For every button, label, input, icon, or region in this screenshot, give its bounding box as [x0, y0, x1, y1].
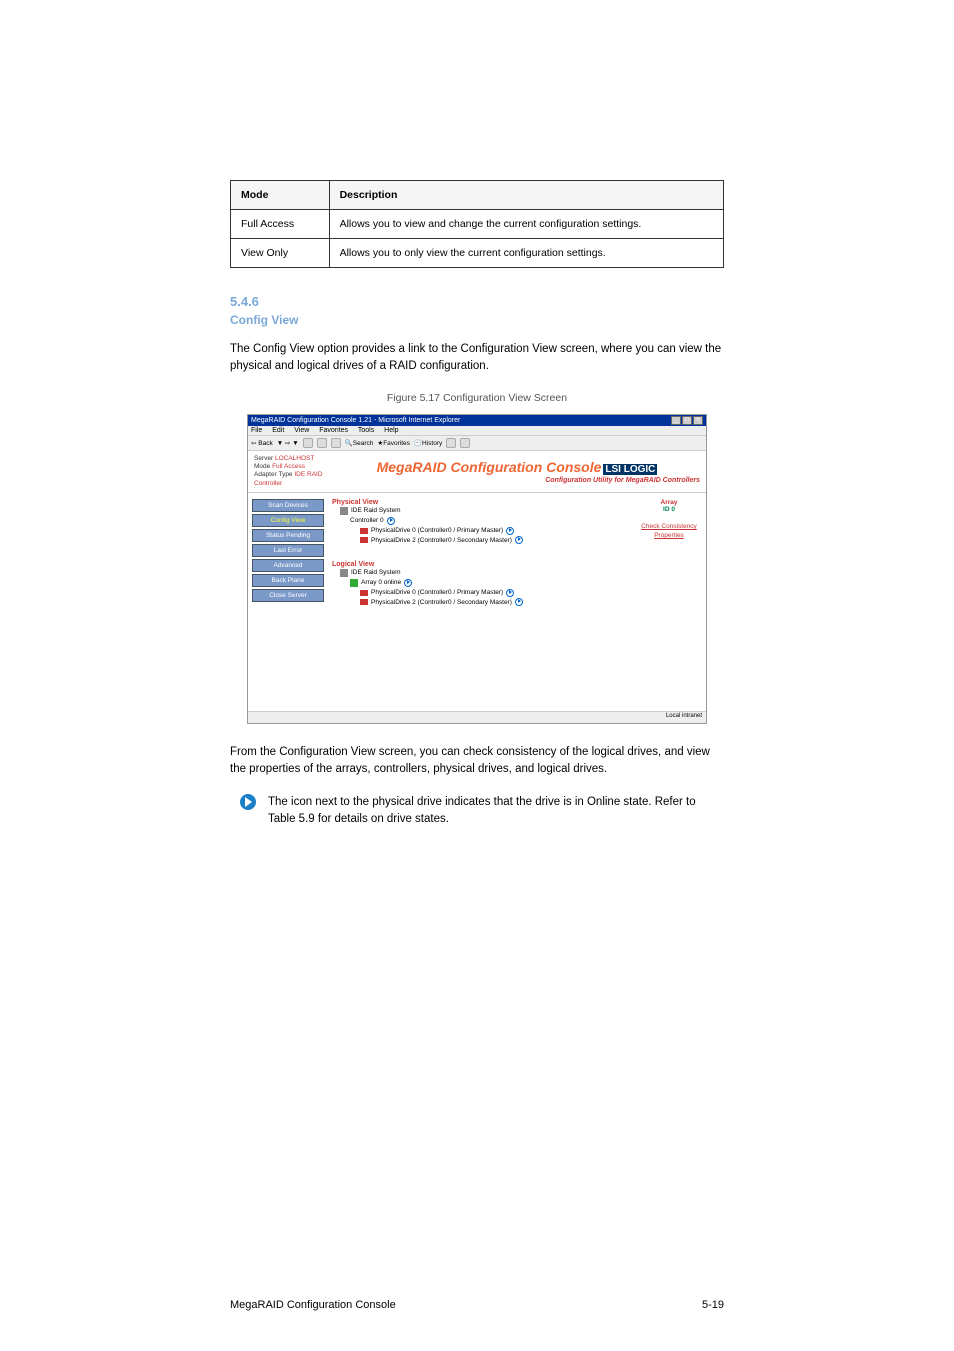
- footer-left: MegaRAID Configuration Console: [230, 1299, 396, 1311]
- main-panel: Physical View IDE Raid System Controller…: [328, 493, 632, 721]
- tree-ldrive0[interactable]: PhysicalDrive 0 (Controller0 / Primary M…: [371, 588, 503, 598]
- disk-icon: [360, 537, 368, 543]
- array-icon: [350, 579, 358, 587]
- toolbar-forward[interactable]: ▼ ⇨ ▼: [277, 439, 299, 447]
- tree-array[interactable]: Array 0 online: [361, 578, 401, 588]
- logical-tree: IDE Raid System Array 0 online PhysicalD…: [340, 568, 628, 607]
- status-bar: Local intranet: [248, 711, 706, 723]
- minimize-button[interactable]: _: [671, 416, 681, 425]
- table-row: Full Access Allows you to view and chang…: [231, 210, 724, 239]
- tree-ldrive2[interactable]: PhysicalDrive 2 (Controller0 / Secondary…: [371, 598, 512, 608]
- online-icon: [387, 517, 395, 525]
- array-label: Array: [634, 499, 704, 506]
- menubar: File Edit View Favorites Tools Help: [248, 426, 706, 436]
- refresh-icon[interactable]: [317, 438, 327, 448]
- app-title: MegaRAID Configuration ConsoleLSI LOGIC …: [334, 459, 700, 484]
- menu-view[interactable]: View: [294, 427, 309, 434]
- maximize-button[interactable]: □: [682, 416, 692, 425]
- sidebar-item-config-view[interactable]: Config View: [252, 514, 324, 527]
- section-title: Config View: [230, 313, 724, 327]
- toolbar-search[interactable]: 🔍Search: [345, 439, 374, 447]
- server-icon: [340, 507, 348, 515]
- close-button[interactable]: ×: [693, 416, 703, 425]
- sidebar-item-scan-devices[interactable]: Scan Devices: [252, 499, 324, 512]
- cell-mode: View Only: [231, 239, 330, 268]
- menu-favorites[interactable]: Favorites: [319, 427, 348, 434]
- right-panel: Array ID 0 Check Consistency Properties: [632, 493, 706, 721]
- toolbar-history[interactable]: 🕘History: [414, 439, 442, 447]
- menu-edit[interactable]: Edit: [272, 427, 284, 434]
- toolbar-favorites[interactable]: ★Favorites: [377, 439, 410, 447]
- disk-icon: [360, 590, 368, 596]
- table-header-mode: Mode: [231, 181, 330, 210]
- cell-desc: Allows you to only view the current conf…: [329, 239, 723, 268]
- menu-tools[interactable]: Tools: [358, 427, 374, 434]
- sidebar: Scan Devices Config View Status Pending …: [248, 493, 328, 721]
- check-consistency-link[interactable]: Check Consistency: [634, 523, 704, 530]
- print-icon[interactable]: [460, 438, 470, 448]
- paragraph: From the Configuration View screen, you …: [230, 744, 724, 779]
- status-intranet: Local intranet: [666, 713, 702, 719]
- access-mode-table: Mode Description Full Access Allows you …: [230, 180, 724, 268]
- note-block: The icon next to the physical drive indi…: [240, 794, 724, 827]
- array-id: ID 0: [634, 506, 704, 513]
- tree-lsystem[interactable]: IDE Raid System: [351, 568, 401, 578]
- toolbar-back[interactable]: ⇦ Back: [251, 439, 273, 447]
- figure-caption: Figure 5.17 Configuration View Screen: [230, 392, 724, 404]
- online-icon: [515, 598, 523, 606]
- figure-screenshot: MegaRAID Configuration Console 1.21 - Mi…: [247, 414, 707, 724]
- menu-help[interactable]: Help: [384, 427, 398, 434]
- tree-controller[interactable]: Controller 0: [350, 516, 384, 526]
- paragraph: The Config View option provides a link t…: [230, 341, 724, 376]
- window-titlebar: MegaRAID Configuration Console 1.21 - Mi…: [248, 415, 706, 426]
- footer-right: 5-19: [702, 1299, 724, 1311]
- online-icon: [515, 536, 523, 544]
- stop-icon[interactable]: [303, 438, 313, 448]
- tree-pdrive0[interactable]: PhysicalDrive 0 (Controller0 / Primary M…: [371, 526, 503, 536]
- note-icon: [240, 794, 256, 810]
- sidebar-item-status-pending[interactable]: Status Pending: [252, 529, 324, 542]
- tree-system[interactable]: IDE Raid System: [351, 506, 401, 516]
- sidebar-item-close-server[interactable]: Close Server: [252, 589, 324, 602]
- online-icon: [404, 579, 412, 587]
- physical-view-label: Physical View: [332, 499, 628, 506]
- disk-icon: [360, 528, 368, 534]
- section-number: 5.4.6: [230, 294, 724, 309]
- host-info: Server LOCALHOST Mode Full Access Adapte…: [254, 455, 334, 489]
- sidebar-item-advanced[interactable]: Advanced: [252, 559, 324, 572]
- physical-tree: IDE Raid System Controller 0 PhysicalDri…: [340, 506, 628, 545]
- cell-mode: Full Access: [231, 210, 330, 239]
- mail-icon[interactable]: [446, 438, 456, 448]
- cell-desc: Allows you to view and change the curren…: [329, 210, 723, 239]
- table-header-description: Description: [329, 181, 723, 210]
- table-row: View Only Allows you to only view the cu…: [231, 239, 724, 268]
- app-header: Server LOCALHOST Mode Full Access Adapte…: [248, 451, 706, 494]
- sidebar-item-last-error[interactable]: Last Error: [252, 544, 324, 557]
- server-icon: [340, 569, 348, 577]
- disk-icon: [360, 599, 368, 605]
- toolbar: ⇦ Back ▼ ⇨ ▼ 🔍Search ★Favorites 🕘History: [248, 436, 706, 451]
- note-text: The icon next to the physical drive indi…: [268, 794, 724, 827]
- online-icon: [506, 527, 514, 535]
- menu-file[interactable]: File: [251, 427, 262, 434]
- tree-pdrive2[interactable]: PhysicalDrive 2 (Controller0 / Secondary…: [371, 536, 512, 546]
- online-icon: [506, 589, 514, 597]
- properties-link[interactable]: Properties: [634, 532, 704, 539]
- sidebar-item-back-plane[interactable]: Back Plane: [252, 574, 324, 587]
- logical-view-label: Logical View: [332, 561, 628, 568]
- window-title: MegaRAID Configuration Console 1.21 - Mi…: [251, 417, 671, 424]
- home-icon[interactable]: [331, 438, 341, 448]
